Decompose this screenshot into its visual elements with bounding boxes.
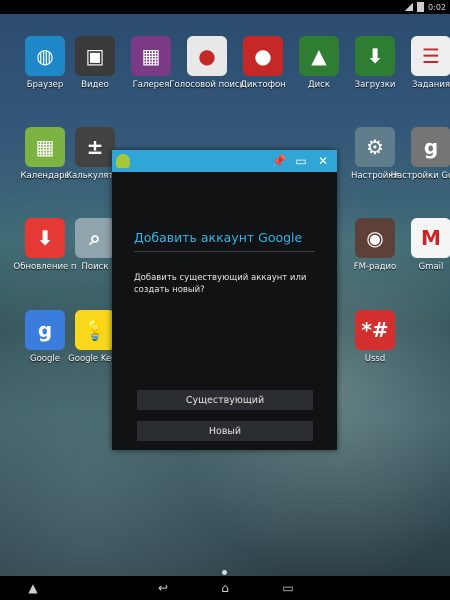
dialog-description: Добавить существующий аккаунт или создат… [134,273,307,295]
maximize-icon[interactable]: ▭ [293,153,309,169]
navigation-bar: ▲ ↩ ⌂ ▭ [0,576,450,600]
app-label: Задания [412,80,450,90]
gmail-icon: M [411,218,450,258]
dialog-titlebar: 📌 ▭ ✕ [112,150,337,172]
tasks-icon: ☰ [411,36,450,76]
existing-account-button[interactable]: Существующий [137,390,313,410]
pin-icon[interactable]: 📌 [271,153,287,169]
add-account-dialog: 📌 ▭ ✕ Добавить аккаунт Google Добавить с… [112,150,337,450]
app-ussd[interactable]: *# Ussd [330,310,420,390]
app-gmail[interactable]: M Gmail [386,218,450,298]
back-icon[interactable]: ↩ [152,580,174,596]
keep-icon: 💡 [75,310,115,350]
signal-icon [405,3,414,11]
close-icon[interactable]: ✕ [315,153,331,169]
clock: 0:02 [428,2,446,12]
google-settings-icon: g [411,127,450,167]
page-indicator-dot [222,570,227,575]
up-arrow-icon[interactable]: ▲ [22,580,44,596]
app-label: Ussd [364,354,386,364]
recents-icon[interactable]: ▭ [277,580,299,596]
ussd-icon: *# [355,310,395,350]
new-account-button[interactable]: Новый [137,421,313,441]
app-label: Gmail [418,262,444,272]
android-icon [116,154,130,168]
status-bar: 0:02 [0,0,450,14]
app-label: Настройки Google [390,171,450,181]
app-google-settings[interactable]: g Настройки Google [386,127,450,207]
search-icon: ⌕ [75,218,115,258]
dialog-heading: Добавить аккаунт Google [134,230,315,252]
app-tasks[interactable]: ☰ Задания [386,36,450,116]
battery-icon [417,2,425,12]
home-icon[interactable]: ⌂ [214,580,236,596]
calculator-icon: ± [75,127,115,167]
